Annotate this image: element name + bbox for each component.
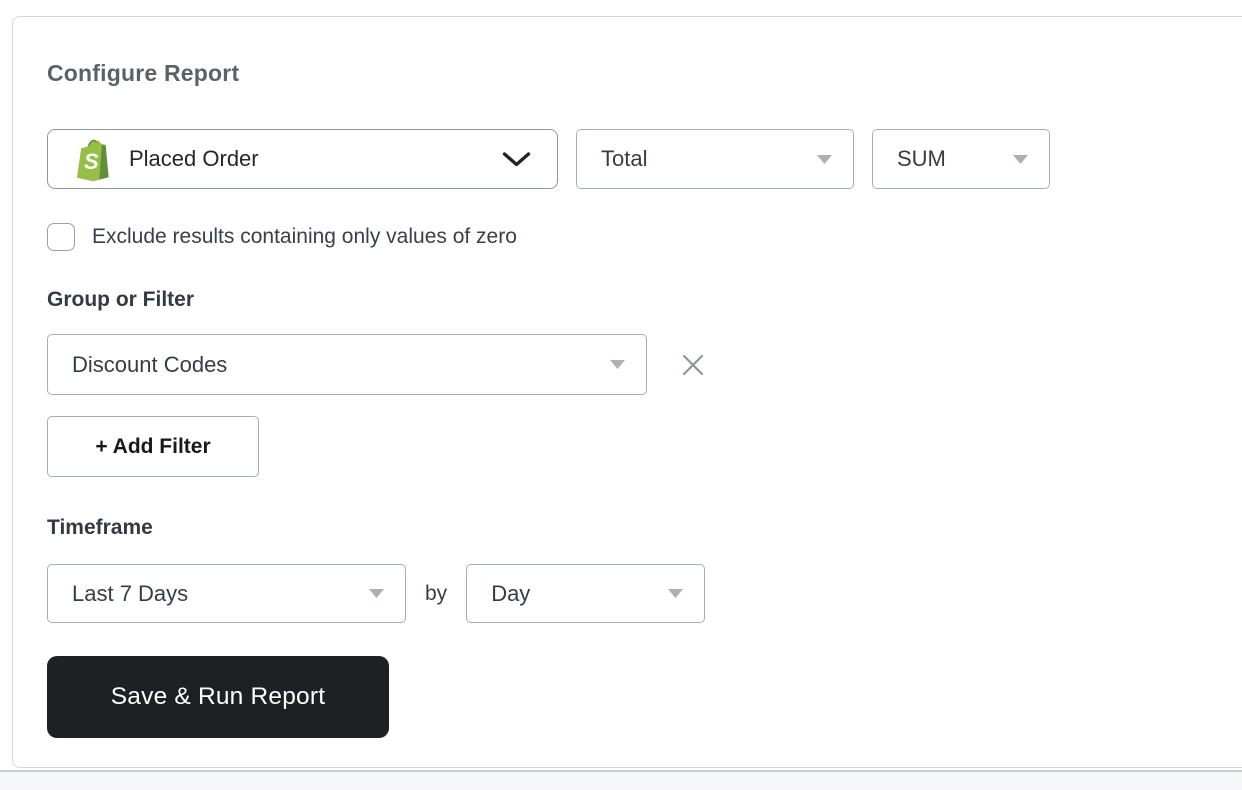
caret-down-icon	[1012, 154, 1029, 165]
configure-report-panel: Configure Report S Placed Order Total SU…	[12, 16, 1242, 768]
group-or-filter-heading: Group or Filter	[47, 287, 1242, 312]
timeframe-heading: Timeframe	[47, 515, 1242, 540]
svg-text:S: S	[84, 149, 99, 174]
group-filter-select[interactable]: Discount Codes	[47, 334, 647, 395]
timeframe-range-value: Last 7 Days	[72, 581, 188, 607]
add-filter-button[interactable]: + Add Filter	[47, 416, 259, 477]
save-run-report-button[interactable]: Save & Run Report	[47, 656, 389, 738]
caret-down-icon	[609, 359, 626, 370]
shopify-icon: S	[72, 136, 112, 182]
metric-select[interactable]: S Placed Order	[47, 129, 558, 189]
interval-select-value: Day	[491, 581, 530, 607]
group-filter-select-value: Discount Codes	[72, 352, 227, 378]
exclude-zero-checkbox[interactable]	[47, 223, 75, 251]
timeframe-row: Last 7 Days by Day	[47, 564, 1242, 623]
remove-filter-button[interactable]	[678, 350, 708, 380]
interval-select[interactable]: Day	[466, 564, 705, 623]
page-title: Configure Report	[47, 59, 1242, 87]
metric-select-value: Placed Order	[129, 146, 259, 172]
by-label: by	[425, 582, 447, 606]
exclude-zero-label: Exclude results containing only values o…	[92, 225, 517, 249]
caret-down-icon	[667, 588, 684, 599]
measurement-select[interactable]: Total	[576, 129, 854, 189]
aggregation-select[interactable]: SUM	[872, 129, 1050, 189]
timeframe-range-select[interactable]: Last 7 Days	[47, 564, 406, 623]
exclude-zero-row: Exclude results containing only values o…	[47, 223, 1242, 251]
metric-config-row: S Placed Order Total SUM	[47, 129, 1242, 189]
measurement-select-value: Total	[601, 146, 647, 172]
close-icon	[680, 352, 706, 378]
page-section-divider	[0, 770, 1242, 790]
caret-down-icon	[816, 154, 833, 165]
aggregation-select-value: SUM	[897, 146, 946, 172]
filter-row: Discount Codes	[47, 334, 1242, 395]
chevron-down-icon	[502, 151, 531, 168]
caret-down-icon	[368, 588, 385, 599]
